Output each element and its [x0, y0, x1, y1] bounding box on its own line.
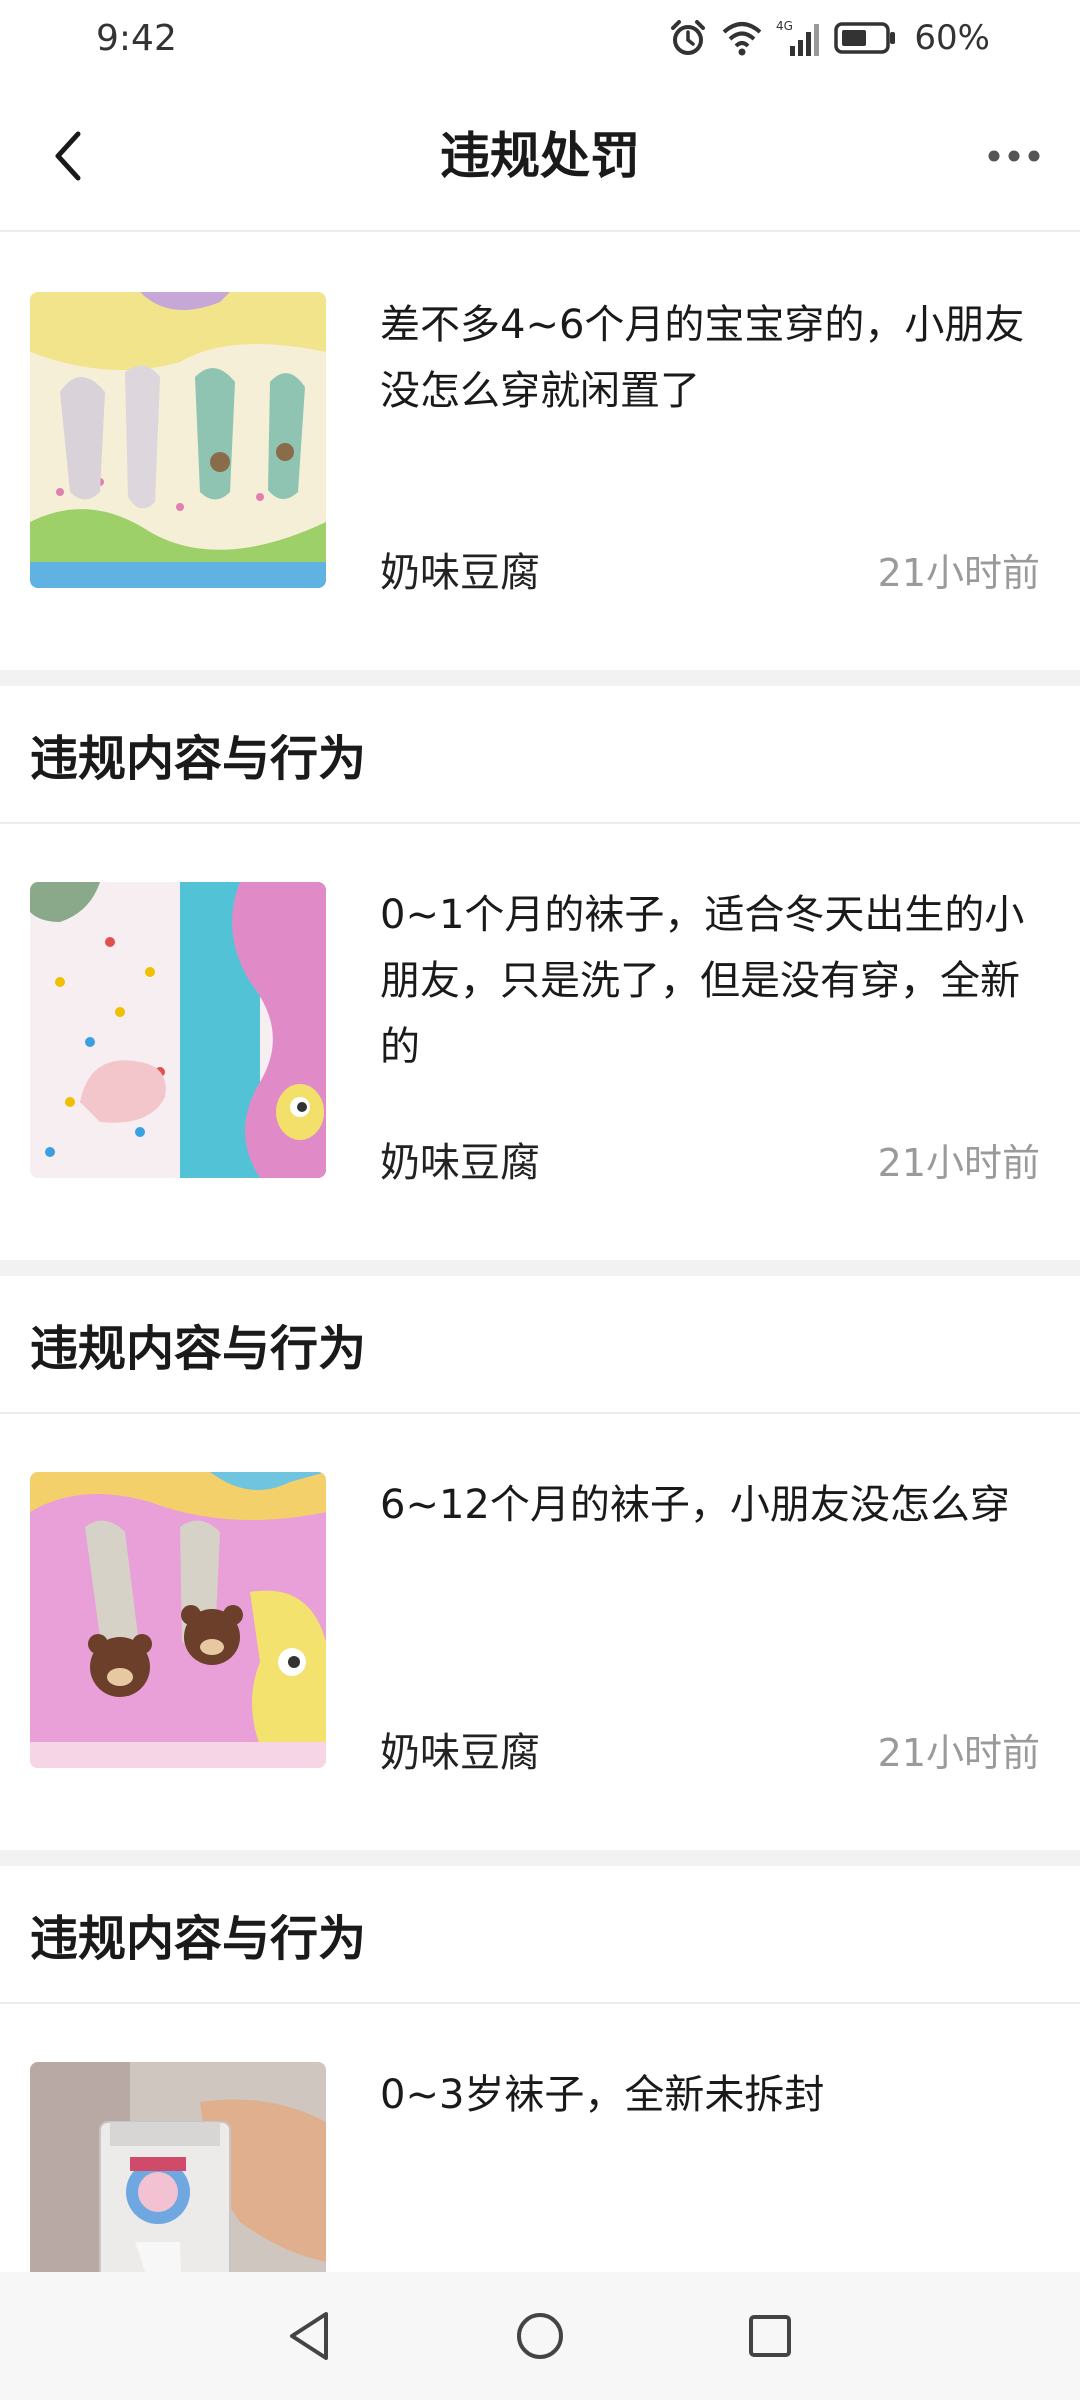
more-button[interactable] — [976, 118, 1052, 194]
list-item[interactable]: 6~12个月的袜子，小朋友没怎么穿 奶味豆腐 21小时前 — [0, 1414, 1080, 1850]
back-button[interactable] — [30, 118, 106, 194]
post-timestamp: 21小时前 — [877, 1140, 1040, 1185]
post-body: 0~1个月的袜子，适合冬天出生的小朋友，只是洗了，但是没有穿，全新的 奶味豆腐 … — [380, 882, 1040, 1186]
post-body: 0~3岁袜子，全新未拆封 — [380, 2062, 1040, 2272]
post-timestamp: 21小时前 — [877, 1730, 1040, 1775]
battery-percent: 60% — [914, 18, 990, 58]
post-thumbnail-image — [30, 882, 326, 1178]
post-body: 差不多4~6个月的宝宝穿的，小朋友没怎么穿就闲置了 奶味豆腐 21小时前 — [380, 292, 1040, 596]
post-description: 0~3岁袜子，全新未拆封 — [380, 2072, 825, 2118]
status-bar: 9:42 4G 60% — [0, 0, 1080, 80]
more-horizontal-icon — [988, 150, 1040, 162]
circle-home-icon — [517, 2313, 563, 2359]
post-description: 0~1个月的袜子，适合冬天出生的小朋友，只是洗了，但是没有穿，全新的 — [380, 892, 1025, 1070]
list-item[interactable]: 0~3岁袜子，全新未拆封 — [0, 2004, 1080, 2272]
post-description: 6~12个月的袜子，小朋友没怎么穿 — [380, 1482, 1010, 1528]
post-author[interactable]: 奶味豆腐 — [380, 1130, 540, 1188]
post-thumbnail-image — [30, 2062, 326, 2272]
page-title: 违规处罚 — [440, 127, 640, 185]
system-navigation-bar — [0, 2272, 1080, 2400]
section-divider — [0, 670, 1080, 686]
post-thumbnail-image — [30, 292, 326, 588]
section-header: 违规内容与行为 — [0, 1276, 1080, 1414]
post-description: 差不多4~6个月的宝宝穿的，小朋友没怎么穿就闲置了 — [380, 302, 1025, 414]
triangle-back-icon — [290, 2312, 328, 2360]
system-recents-button[interactable] — [655, 2272, 885, 2400]
violation-list[interactable]: 差不多4~6个月的宝宝穿的，小朋友没怎么穿就闲置了 奶味豆腐 21小时前 违规内… — [0, 234, 1080, 2272]
post-author[interactable]: 奶味豆腐 — [380, 1720, 540, 1778]
post-meta: 奶味豆腐 21小时前 — [380, 1130, 1040, 1188]
post-meta: 奶味豆腐 21小时前 — [380, 540, 1040, 598]
square-recents-icon — [749, 2315, 791, 2357]
section-divider — [0, 1850, 1080, 1866]
post-timestamp: 21小时前 — [877, 550, 1040, 595]
list-item[interactable]: 0~1个月的袜子，适合冬天出生的小朋友，只是洗了，但是没有穿，全新的 奶味豆腐 … — [0, 824, 1080, 1260]
section-header: 违规内容与行为 — [0, 686, 1080, 824]
section-title: 违规内容与行为 — [30, 1321, 367, 1377]
section-title: 违规内容与行为 — [30, 731, 367, 787]
wifi-icon — [720, 16, 764, 60]
nav-bar: 违规处罚 — [0, 80, 1080, 232]
post-thumbnail-image — [30, 1472, 326, 1768]
status-time: 9:42 — [96, 18, 177, 59]
cellular-signal-icon: 4G — [776, 16, 822, 60]
section-header: 违规内容与行为 — [0, 1866, 1080, 2004]
section-title: 违规内容与行为 — [30, 1911, 367, 1967]
battery-icon — [834, 16, 896, 60]
chevron-left-icon — [55, 131, 81, 181]
post-meta: 奶味豆腐 21小时前 — [380, 1720, 1040, 1778]
system-home-button[interactable] — [425, 2272, 655, 2400]
post-author[interactable]: 奶味豆腐 — [380, 540, 540, 598]
list-item[interactable]: 差不多4~6个月的宝宝穿的，小朋友没怎么穿就闲置了 奶味豆腐 21小时前 — [0, 234, 1080, 670]
status-icons: 4G 60% — [668, 16, 990, 60]
network-type-label: 4G — [776, 19, 793, 33]
section-divider — [0, 1260, 1080, 1276]
alarm-icon — [668, 16, 708, 60]
system-back-button[interactable] — [195, 2272, 425, 2400]
post-body: 6~12个月的袜子，小朋友没怎么穿 奶味豆腐 21小时前 — [380, 1472, 1040, 1776]
